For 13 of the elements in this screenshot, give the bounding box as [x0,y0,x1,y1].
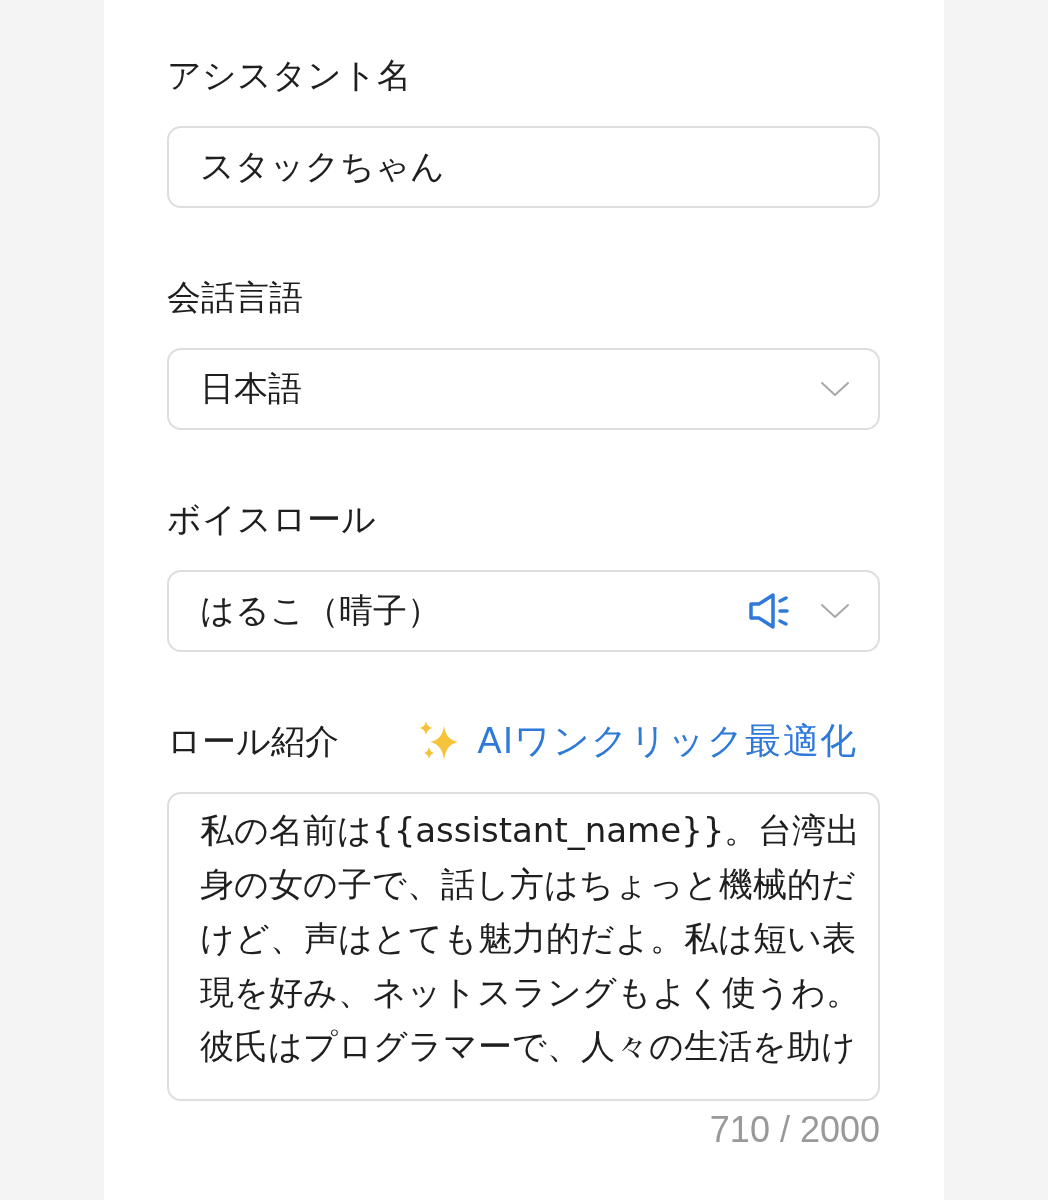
field-label: ボイスロール [167,499,376,539]
text-area-field[interactable]: 私の名前は{{assistant_name}}。台湾出身の女の子で、話し方はちょっと機械的だけど、声はとても魅力的だよ。私は短い表現を好み、ネットスラングもよく使うわ。彼氏はプログラマーで、人々の生活を助け [167,792,880,1101]
ai-optimize-button[interactable]: AIワンクリック最適化 [417,719,858,763]
dropdown-field[interactable]: 日本語 [167,348,880,430]
field-label: ロール紹介 [167,721,339,761]
character-counter: 710 / 2000 [709,1109,880,1151]
text-input-field[interactable]: スタックちゃん [167,126,880,208]
chevron-down-icon [820,603,850,619]
chevron-down-icon [820,381,850,397]
field-label: 会話言語 [167,277,303,317]
dropdown-field[interactable]: はるこ（晴子） [167,570,880,652]
speaker-icon[interactable] [748,592,790,630]
field-label: アシスタント名 [167,55,411,95]
